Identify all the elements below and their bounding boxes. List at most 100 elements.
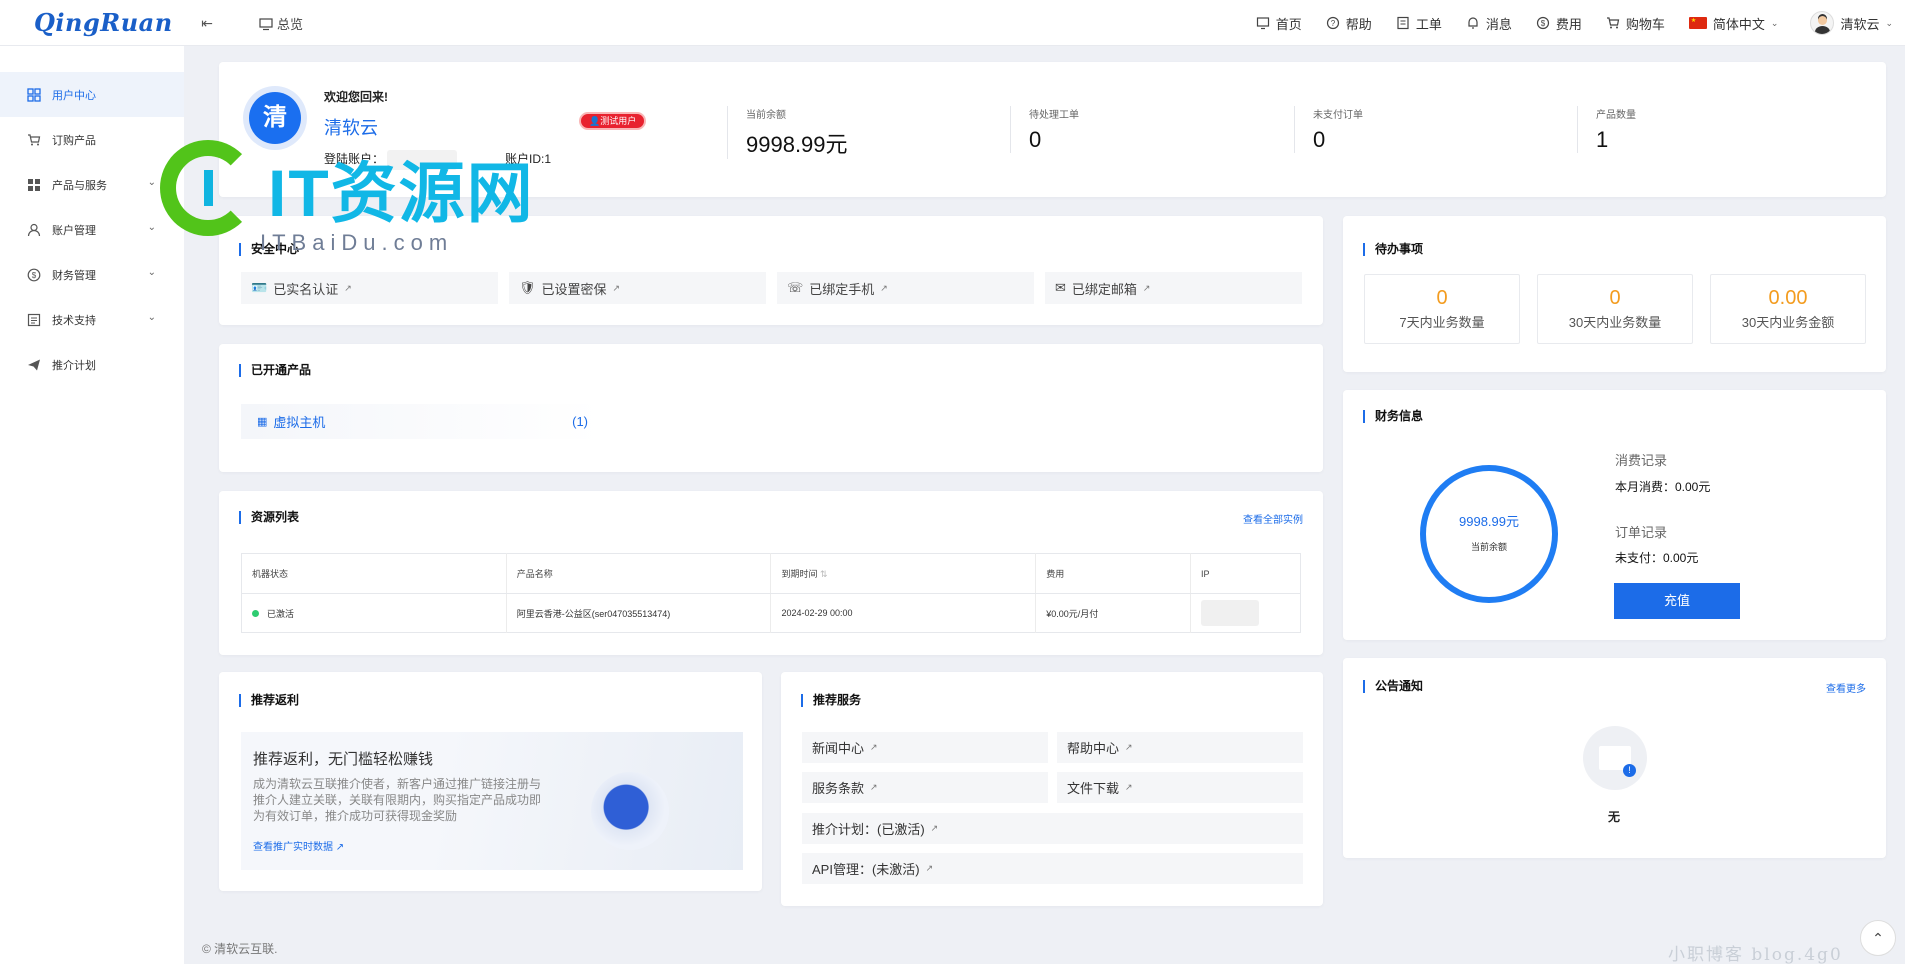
sidebar-item-label: 财务管理 (52, 269, 96, 282)
stat-label: 当前余额 (746, 110, 786, 121)
service-downloads[interactable]: 文件下载 ↗ (1057, 772, 1303, 803)
view-more-link[interactable]: 查看更多 (1826, 680, 1866, 695)
consume-value: 本月消费：0.00元 (1615, 480, 1711, 494)
badge-label: 测试用户 (600, 116, 637, 126)
user-badge-icon: 👤 (589, 116, 601, 126)
balance-ring: 9998.99元 当前余额 (1420, 465, 1558, 603)
card-title: 公告通知 (1363, 680, 1423, 693)
resource-table: 机器状态 产品名称 到期时间 ⇅ 费用 IP 已激活 阿里云香港-公益区(ser… (241, 553, 1301, 633)
sidebar-item-products[interactable]: 产品与服务 ⌄ (0, 162, 184, 207)
status-cell: 已激活 (241, 593, 507, 633)
todo-30day-count[interactable]: 0 30天内业务数量 (1537, 274, 1693, 344)
sidebar-item-label: 推介计划 (52, 359, 96, 372)
svg-text:$: $ (32, 271, 37, 280)
service-api[interactable]: API管理：(未激活) ↗ (802, 853, 1303, 884)
nav-cart[interactable]: 购物车 (1606, 14, 1665, 33)
status-text: 已激活 (267, 608, 295, 619)
user-name: 清软云 (1840, 16, 1880, 32)
view-all-instances-link[interactable]: 查看全部实例 (1243, 511, 1303, 526)
menu-collapse-icon[interactable]: ⇤ (199, 15, 215, 31)
service-terms[interactable]: 服务条款 ↗ (802, 772, 1048, 803)
nav-message[interactable]: 消息 (1466, 14, 1512, 33)
back-to-top-button[interactable]: ⌃ (1860, 920, 1896, 956)
consume-title: 消费记录 (1615, 453, 1668, 468)
nav-ticket[interactable]: 工单 (1396, 14, 1442, 33)
home-icon (1256, 17, 1269, 30)
stat-tickets[interactable]: 待处理工单 0 (1010, 106, 1079, 153)
card-title: 待办事项 (1363, 243, 1423, 256)
sidebar-item-label: 订购产品 (52, 134, 96, 147)
col-header[interactable]: 到期时间 ⇅ (770, 553, 1037, 594)
referral-desc: 成为清软云互联推介使者，新客户通过推广链接注册与推介人建立关联，关联有限期内，购… (253, 777, 542, 823)
col-header-label: 到期时间 (781, 569, 818, 579)
user-menu[interactable]: 清软云 ⌄ (1810, 11, 1893, 35)
sidebar-item-referral[interactable]: 推介计划 (0, 342, 184, 387)
sidebar-item-user-center[interactable]: 用户中心 (0, 72, 184, 117)
svg-text:?: ? (1331, 19, 1336, 28)
todo-label: 30天内业务数量 (1568, 315, 1662, 330)
todo-7day-count[interactable]: 0 7天内业务数量 (1364, 274, 1520, 344)
ring-label: 当前余额 (1470, 542, 1507, 552)
stat-unpaid-orders[interactable]: 未支付订单 0 (1294, 106, 1363, 153)
coin-icon: $ (1536, 16, 1549, 30)
stat-products[interactable]: 产品数量 1 (1577, 106, 1636, 153)
ticket-icon (1397, 16, 1409, 30)
todo-30day-amount[interactable]: 0.00 30天内业务金额 (1710, 274, 1866, 344)
watermark: IT资源网 (160, 140, 535, 236)
top-bar: QingRuan ⇤ 总览 首页 ? 帮助 工单 消息 $ 费用 购物车 ★ 简… (0, 0, 1905, 46)
overview-link[interactable]: 总览 (259, 14, 303, 33)
service-label: 文件下载 (1067, 781, 1120, 796)
sidebar-item-account[interactable]: 账户管理 ⌄ (0, 207, 184, 252)
service-help[interactable]: 帮助中心 ↗ (1057, 732, 1303, 763)
sidebar-item-order[interactable]: 订购产品 (0, 117, 184, 162)
referral-illustration (591, 772, 669, 850)
nav-home[interactable]: 首页 (1256, 14, 1302, 33)
overview-label: 总览 (277, 17, 304, 32)
sidebar-item-finance[interactable]: $ 财务管理 ⌄ (0, 252, 184, 297)
todo-value: 0.00 (1768, 287, 1808, 309)
nav-help[interactable]: ? 帮助 (1326, 14, 1372, 33)
sidebar-item-support[interactable]: 技术支持 ⌄ (0, 297, 184, 342)
service-label: 推介计划：(已激活) (812, 822, 925, 837)
stat-label: 产品数量 (1596, 110, 1636, 121)
referral-headline: 推荐返利，无门槛轻松赚钱 (253, 751, 434, 768)
nav-message-label: 消息 (1485, 16, 1512, 32)
card-title: 已开通产品 (239, 364, 311, 377)
todo-value: 0 (1436, 287, 1448, 309)
security-email[interactable]: ✉ 已绑定邮箱 ↗ (1045, 272, 1302, 304)
external-link-icon: ↗ (870, 742, 878, 752)
logo[interactable]: QingRuan (34, 8, 173, 37)
sidebar-item-label: 用户中心 (52, 89, 96, 102)
phone-icon: ☏ (787, 280, 804, 295)
security-question[interactable]: 🛡 已设置密保 ↗ (509, 272, 766, 304)
sort-icon[interactable]: ⇅ (820, 569, 828, 579)
order-value: 未支付：0.00元 (1615, 551, 1699, 565)
sidebar-item-label: 账户管理 (52, 224, 96, 237)
referral-link-label: 查看推广实时数据 (253, 842, 333, 853)
external-link-icon: ↗ (1125, 782, 1133, 792)
notice-empty: 无 (1608, 810, 1621, 824)
nav-ticket-label: 工单 (1415, 16, 1442, 32)
language-select[interactable]: 简体中文 ⌄ (1688, 14, 1778, 33)
product-item-vhost[interactable]: ▦ 虚拟主机 (1) (241, 404, 602, 439)
service-referral-plan[interactable]: 推介计划：(已激活) ↗ (802, 813, 1303, 844)
bell-icon (1468, 17, 1478, 29)
cart-icon (1606, 17, 1620, 29)
referral-data-link[interactable]: 查看推广实时数据 ↗ (253, 838, 344, 853)
account-name[interactable]: 清软云 (324, 114, 378, 140)
top-nav: 首页 ? 帮助 工单 消息 $ 费用 购物车 简体中文 ⌄ 清软云 (1232, 0, 1893, 46)
table-row[interactable]: 已激活 阿里云香港-公益区(ser047035513474) 2024-02-2… (241, 593, 1301, 633)
security-phone[interactable]: ☏ 已绑定手机 ↗ (777, 272, 1034, 304)
nav-fee-label: 费用 (1555, 16, 1582, 32)
send-icon (26, 357, 42, 373)
empty-inbox-icon: ! (1583, 726, 1647, 790)
product-label: 虚拟主机 (273, 415, 326, 430)
recharge-button[interactable]: 充值 (1614, 583, 1740, 619)
stat-value: 0 (1313, 127, 1326, 152)
security-label: 已绑定邮箱 (1071, 281, 1137, 297)
product-name-cell: 阿里云香港-公益区(ser047035513474) (506, 593, 772, 633)
nav-fee[interactable]: $ 费用 (1536, 14, 1582, 33)
footer-copyright: © 清软云互联. (202, 942, 278, 956)
service-news[interactable]: 新闻中心 ↗ (802, 732, 1048, 763)
security-realname[interactable]: 🪪 已实名认证 ↗ (241, 272, 498, 304)
